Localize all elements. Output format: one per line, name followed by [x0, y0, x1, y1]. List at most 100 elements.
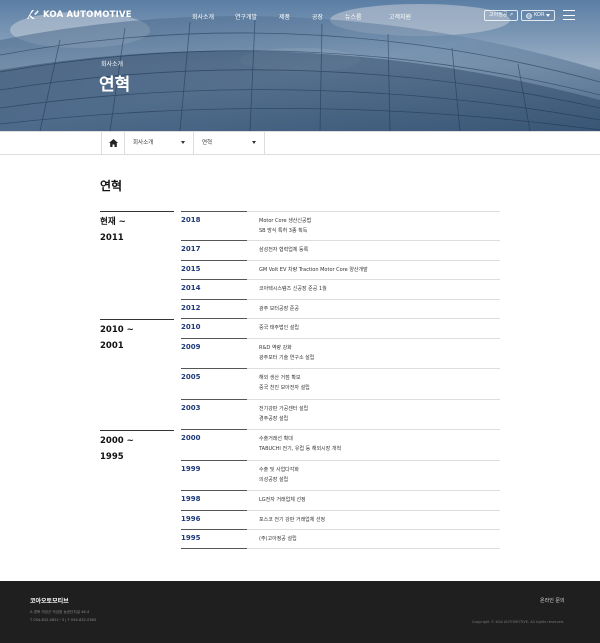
- language-select[interactable]: KOR: [521, 10, 556, 21]
- history-event: 수출 및 사업다각화: [259, 467, 299, 473]
- history-event: TABUCHI 전기, 유럽 등 해외시장 개척: [259, 446, 342, 452]
- nav-item-company[interactable]: 회사소개: [192, 12, 214, 21]
- caret-down-icon: [252, 141, 256, 144]
- history-year: 2014: [181, 284, 201, 292]
- history-event: 광주 모터공장 준공: [259, 306, 299, 312]
- history-event: LG전자 거래업체 선정: [259, 497, 306, 503]
- history-event: (주)고아정공 설립: [259, 536, 297, 542]
- footer-copyright: Copyright © KOA AUTOMOTIVE. All rights r…: [472, 620, 565, 624]
- history-event: R&D 역량 강화: [259, 345, 292, 351]
- history-events: 포스코 전기 강판 거래업체 선정: [259, 515, 325, 525]
- history-row: 1995 (주)고아정공 설립: [181, 530, 500, 549]
- history-row: 2015 GM Volt EV 차량 Traction Motor Core 양…: [181, 261, 500, 280]
- history-row: 1998 LG전자 거래업체 선정: [181, 491, 500, 511]
- history-row: 2000 수출거래선 확대 TABUCHI 전기, 유럽 등 해외시장 개척: [181, 430, 500, 461]
- online-inquiry-link[interactable]: 온라인 문의: [540, 597, 565, 604]
- breadcrumb-dropdown-section[interactable]: 회사소개: [125, 132, 194, 154]
- history-row: 1996 포스코 전기 강판 거래업체 선정: [181, 511, 500, 530]
- history-year: 2009: [181, 343, 201, 351]
- logo[interactable]: KOA AUTOMOTIVE: [26, 9, 132, 20]
- period-end: 2011: [100, 233, 124, 243]
- period-start: 2010 ~: [100, 325, 134, 335]
- history-event: Motor Core 생산신공법: [259, 218, 312, 224]
- page-title: 연혁: [100, 179, 123, 193]
- breadcrumb-section-label: 회사소개: [133, 140, 154, 146]
- history-events: 삼성전자 협력업체 등록: [259, 245, 308, 255]
- footer-company-name: 코아오토모티브: [30, 598, 69, 605]
- main-nav: 회사소개 연구개발 제품 공장 뉴스룸 고객지원: [180, 12, 420, 22]
- nav-item-rnd[interactable]: 연구개발: [235, 12, 257, 21]
- history-row: 2005 해외 생산 거점 확보 중국 천진 보아전자 설립: [181, 369, 500, 400]
- history-event: 포스코 전기 강판 거래업체 선정: [259, 517, 326, 523]
- history-events: 중국 태주법인 설립: [259, 323, 299, 333]
- history-year: 2003: [181, 404, 201, 412]
- home-icon: [108, 139, 118, 147]
- history-year: 1996: [181, 515, 201, 523]
- history-row: 2018 Motor Core 생산신공법 SB 방식 특허 3종 획득: [181, 212, 500, 241]
- history-event: 광주모터 기술 연구소 설립: [259, 355, 315, 361]
- history-events: R&D 역량 강화 광주모터 기술 연구소 설립: [259, 343, 314, 363]
- history-year: 1999: [181, 465, 201, 473]
- history-event: 의성공장 설립: [259, 477, 289, 483]
- footer-address: A 경북 의성군 의성읍 농공단지길 46-4: [30, 610, 90, 614]
- period-start: 현재 ~: [100, 217, 126, 227]
- history-year: 2018: [181, 216, 201, 224]
- history-row: 2009 R&D 역량 강화 광주모터 기술 연구소 설립: [181, 339, 500, 369]
- history-events: 수출 및 사업다각화 의성공장 설립: [259, 465, 299, 485]
- history-events: LG전자 거래업체 선정: [259, 495, 306, 505]
- history-event: 수출거래선 확대: [259, 436, 293, 442]
- history-events: 광주 모터공장 준공: [259, 304, 299, 314]
- koa-logo-icon: [27, 10, 39, 19]
- history-year: 1995: [181, 534, 201, 542]
- period-heading: 2000 ~ 1995: [100, 430, 174, 463]
- history-year: 2015: [181, 265, 201, 273]
- history-event: 해외 생산 거점 확보: [259, 375, 301, 381]
- history-content: 연혁 현재 ~ 2011 2010 ~ 2001 2000 ~ 1995 201…: [0, 155, 600, 581]
- history-year: 1998: [181, 495, 201, 503]
- history-row: 2017 삼성전자 협력업체 등록: [181, 241, 500, 261]
- history-event: 삼성전자 협력업체 등록: [259, 247, 309, 253]
- chevron-down-icon: [546, 14, 551, 17]
- hero-banner: KOA AUTOMOTIVE 회사소개 연구개발 제품 공장 뉴스룸 고객지원 …: [0, 0, 600, 131]
- home-button[interactable]: [101, 132, 125, 154]
- history-row: 2014 코아텍시스템즈 신공장 준공 1월: [181, 280, 500, 300]
- period-end: 1995: [100, 452, 124, 462]
- nav-item-support[interactable]: 고객지원: [389, 12, 411, 21]
- history-event: 중국 천진 보아전자 설립: [259, 385, 310, 391]
- history-row: 2010 중국 태주법인 설립: [181, 319, 500, 339]
- history-event: SB 방식 특허 3종 획득: [259, 228, 308, 234]
- period-start: 2000 ~: [100, 436, 134, 446]
- history-event: GM Volt EV 차량 Traction Motor Core 양산개발: [259, 267, 368, 273]
- hero-title: 연혁: [99, 75, 131, 95]
- history-year: 2012: [181, 304, 201, 312]
- period-end: 2001: [100, 341, 124, 351]
- history-year: 2005: [181, 373, 201, 381]
- footer: 코아오토모티브 A 경북 의성군 의성읍 농공단지길 46-4 T 054-83…: [0, 581, 600, 643]
- history-events: Motor Core 생산신공법 SB 방식 특허 3종 획득: [259, 216, 311, 236]
- history-year: 2000: [181, 434, 201, 442]
- history-row: 2003 전기강판 가공센터 설립 경주공장 설립: [181, 400, 500, 430]
- nav-item-products[interactable]: 제품: [279, 12, 290, 21]
- history-events: 해외 생산 거점 확보 중국 천진 보아전자 설립: [259, 373, 310, 393]
- top-navigation-bar: KOA AUTOMOTIVE 회사소개 연구개발 제품 공장 뉴스룸 고객지원 …: [0, 0, 600, 30]
- breadcrumb-page-label: 연혁: [202, 140, 213, 146]
- history-event: 중국 태주법인 설립: [259, 325, 299, 331]
- nav-item-factory[interactable]: 공장: [312, 12, 323, 21]
- history-events: 수출거래선 확대 TABUCHI 전기, 유럽 등 해외시장 개척: [259, 434, 341, 454]
- footer-phone: T 054-832-0851~3 | F 054-832-0365: [30, 618, 97, 622]
- koa-jeonggong-link-button[interactable]: 고아정공 ↗: [484, 10, 519, 21]
- logo-text: KOA AUTOMOTIVE: [43, 9, 132, 20]
- hero-subtitle: 회사소개: [101, 61, 124, 68]
- breadcrumb: 회사소개 연혁: [0, 131, 600, 155]
- history-events: 코아텍시스템즈 신공장 준공 1월: [259, 284, 327, 294]
- nav-item-newsroom[interactable]: 뉴스룸: [345, 12, 362, 21]
- language-label: KOR: [534, 12, 545, 18]
- breadcrumb-dropdown-page[interactable]: 연혁: [194, 132, 265, 154]
- hamburger-menu-icon[interactable]: [563, 10, 575, 20]
- history-events: 전기강판 가공센터 설립 경주공장 설립: [259, 404, 308, 424]
- history-event: 전기강판 가공센터 설립: [259, 406, 309, 412]
- history-event: 코아텍시스템즈 신공장 준공 1월: [259, 286, 327, 292]
- period-heading: 2010 ~ 2001: [100, 319, 174, 352]
- history-events: GM Volt EV 차량 Traction Motor Core 양산개발: [259, 265, 368, 275]
- history-year: 2010: [181, 323, 201, 331]
